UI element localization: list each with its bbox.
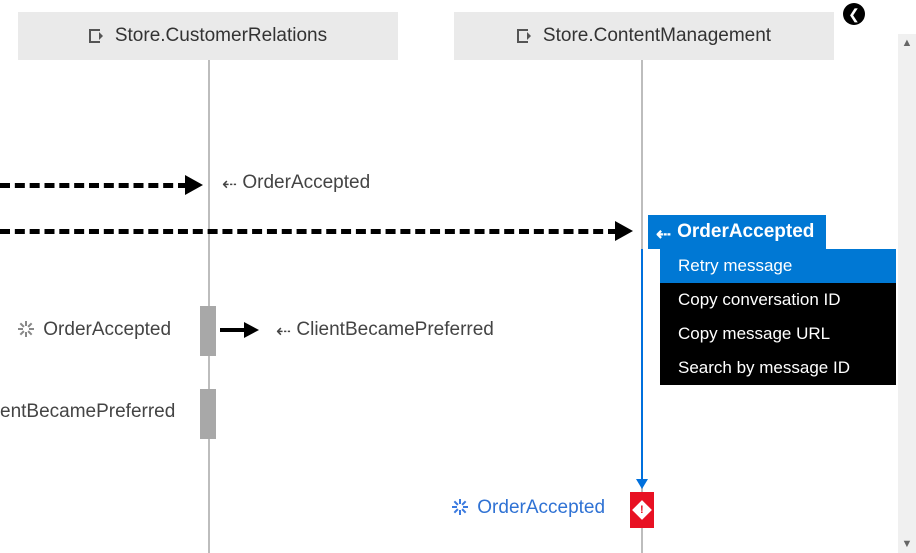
arrow-head-icon (615, 221, 643, 241)
handler-order-accepted[interactable]: OrderAccepted (18, 319, 171, 341)
error-marker[interactable] (630, 492, 654, 528)
activation-bar (200, 306, 216, 356)
endpoint-icon (517, 29, 535, 43)
endpoint-icon (89, 29, 107, 43)
message-order-accepted-selected[interactable]: ⇠ OrderAccepted (648, 215, 826, 249)
scroll-up-button[interactable]: ▲ (898, 34, 916, 52)
message-order-accepted[interactable]: ⇠ OrderAccepted (222, 172, 370, 194)
vertical-scrollbar[interactable]: ▲ ▼ (898, 34, 916, 553)
ctx-copy-message-url[interactable]: Copy message URL (660, 317, 896, 351)
handler-client-became-preferred-truncated[interactable]: entBecamePreferred (0, 401, 175, 423)
error-icon (632, 500, 652, 520)
message-label: OrderAccepted (477, 497, 605, 518)
processing-spinner-icon (452, 499, 468, 515)
processing-arrow (641, 249, 643, 479)
scroll-down-button[interactable]: ▼ (898, 535, 916, 553)
lane-title: Store.CustomerRelations (115, 25, 327, 47)
message-arrow (0, 229, 618, 234)
activation-bar (200, 389, 216, 439)
handler-order-accepted-error[interactable]: OrderAccepted (452, 497, 605, 519)
arrow-head-icon (244, 322, 267, 338)
event-icon: ⇠ (222, 175, 237, 193)
event-icon: ⇠ (276, 322, 291, 340)
message-client-became-preferred[interactable]: ⇠ ClientBecamePreferred (276, 319, 494, 341)
sequence-diagram-canvas[interactable]: Store.CustomerRelations Store.ContentMan… (0, 0, 870, 553)
event-icon: ⇠ (656, 225, 671, 243)
message-arrow (220, 328, 244, 332)
lane-header-content-management[interactable]: Store.ContentManagement (454, 12, 834, 60)
message-label: ClientBecamePreferred (296, 319, 493, 340)
lane-title: Store.ContentManagement (543, 25, 771, 47)
context-menu: Retry message Copy conversation ID Copy … (660, 249, 896, 385)
scroll-track[interactable] (898, 52, 916, 535)
message-arrow (0, 183, 188, 188)
ctx-search-by-message-id[interactable]: Search by message ID (660, 351, 896, 385)
arrow-head-icon (185, 175, 213, 195)
message-label: OrderAccepted (43, 319, 171, 340)
message-label: OrderAccepted (242, 172, 370, 193)
ctx-copy-conversation-id[interactable]: Copy conversation ID (660, 283, 896, 317)
lane-header-customer-relations[interactable]: Store.CustomerRelations (18, 12, 398, 60)
collapse-panel-button[interactable]: ❮ (843, 3, 865, 25)
processing-spinner-icon (18, 321, 34, 337)
ctx-retry-message[interactable]: Retry message (660, 249, 896, 283)
message-label: OrderAccepted (677, 221, 814, 243)
